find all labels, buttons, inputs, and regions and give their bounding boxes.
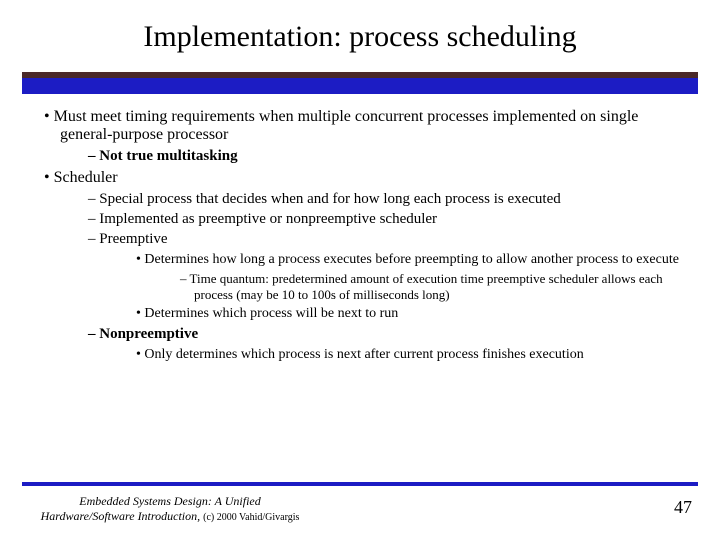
- bullet-text: Scheduler: [54, 169, 118, 186]
- slide-title: Implementation: process scheduling: [0, 0, 720, 72]
- bullet-level2: Nonpreemptive Only determines which proc…: [84, 326, 682, 363]
- footer-line1: Embedded Systems Design: A Unified: [79, 494, 261, 508]
- bullet-text: Nonpreemptive: [99, 326, 198, 342]
- bullet-level3: Only determines which process is next af…: [132, 347, 682, 363]
- footer-attribution: (c) 2000 Vahid/Givargis: [203, 512, 299, 523]
- bullet-text: Time quantum: predetermined amount of ex…: [190, 271, 663, 302]
- bullet-level1: Must meet timing requirements when multi…: [38, 108, 682, 165]
- bullet-text: Preemptive: [99, 231, 167, 247]
- bullet-level2: Implemented as preemptive or nonpreempti…: [84, 211, 682, 228]
- bullet-text: Special process that decides when and fo…: [99, 191, 561, 207]
- bullet-text: Implemented as preemptive or nonpreempti…: [99, 211, 437, 227]
- bullet-text: Only determines which process is next af…: [144, 347, 583, 362]
- bullet-level2: Not true multitasking: [84, 148, 682, 165]
- footer-accent-bar: [22, 482, 698, 486]
- bullet-text: Must meet timing requirements when multi…: [54, 108, 639, 143]
- accent-bar-blue: [22, 78, 698, 94]
- footer-line2: Hardware/Software Introduction,: [41, 509, 204, 523]
- footer-citation: Embedded Systems Design: A Unified Hardw…: [30, 494, 310, 525]
- bullet-level2: Preemptive Determines how long a process…: [84, 231, 682, 322]
- bullet-level2: Special process that decides when and fo…: [84, 191, 682, 208]
- page-number: 47: [674, 497, 692, 518]
- bullet-level4: Time quantum: predetermined amount of ex…: [178, 271, 682, 303]
- bullet-text: Determines how long a process executes b…: [144, 252, 679, 267]
- slide-content: Must meet timing requirements when multi…: [38, 108, 682, 363]
- bullet-text: Determines which process will be next to…: [144, 306, 398, 321]
- bullet-level3: Determines how long a process executes b…: [132, 252, 682, 303]
- bullet-level3: Determines which process will be next to…: [132, 306, 682, 322]
- bullet-text: Not true multitasking: [99, 148, 237, 164]
- bullet-level1: Scheduler Special process that decides w…: [38, 169, 682, 363]
